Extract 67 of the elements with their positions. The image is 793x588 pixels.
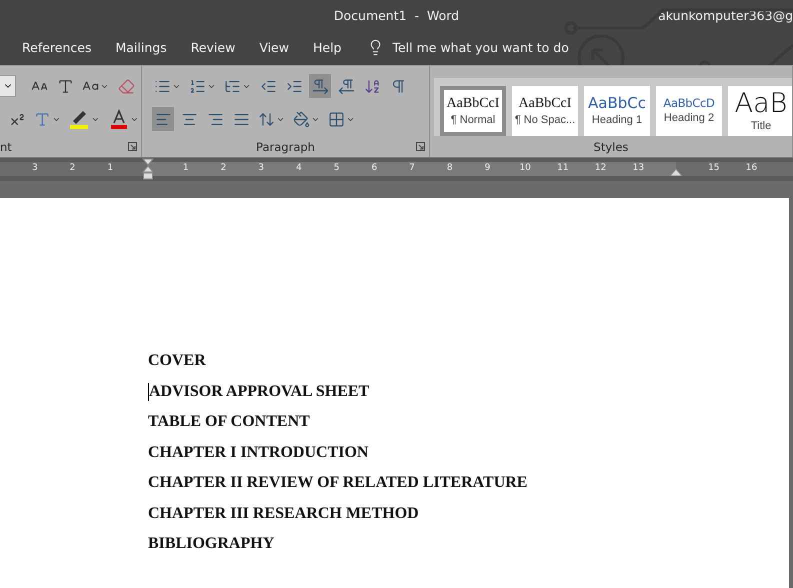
ruler-number: 6 (371, 162, 378, 175)
borders-icon (328, 110, 345, 128)
dialog-launcher-icon[interactable] (416, 142, 425, 151)
ruler-number: 10 (519, 162, 531, 175)
heading-line: CHAPTER II REVIEW OF RELATED LITERATURE (148, 474, 528, 492)
menu-tab[interactable]: Help (300, 34, 354, 62)
heading-line: BIBLIOGRAPHY (148, 535, 274, 553)
style-sample: AaBbCc (588, 96, 646, 111)
ruler-number: 8 (446, 162, 453, 175)
account-name: akunkomputer363@g (658, 8, 793, 23)
group-label: nt (0, 140, 12, 154)
style-label: ¶ Normal (450, 114, 496, 126)
style-label: Title (750, 120, 772, 132)
ruler-number: 4 (296, 162, 302, 175)
sort-icon (364, 78, 380, 94)
numbered-list-icon (189, 78, 206, 94)
ruler-number: 3 (258, 162, 264, 175)
style-sample: AaBbCcI (518, 96, 572, 110)
menu-tab[interactable]: View (247, 34, 301, 62)
window-title: Document1 - Word (334, 8, 460, 22)
style-tile[interactable]: AaBbCcI ¶ No Spac... (512, 86, 578, 136)
left-to-right-icon (312, 78, 328, 94)
ruler-number: 1 (107, 162, 114, 175)
style-tile[interactable]: AaB Title (728, 86, 792, 136)
ruler-number: 15 (708, 162, 720, 175)
ruler-number: 5 (334, 162, 340, 175)
ruler-number: 2 (70, 162, 76, 175)
ruler-number: 16 (746, 162, 758, 175)
ruler-number: 1 (182, 162, 189, 175)
font-size-dropdown[interactable] (0, 75, 16, 97)
style-tile[interactable]: AaBbCcI ¶ Normal (440, 86, 506, 136)
eraser-icon (118, 78, 134, 94)
paragraph-button[interactable] (152, 107, 174, 131)
ruler-number: 3 (32, 162, 38, 175)
paragraph-button[interactable] (309, 74, 331, 98)
style-tile[interactable]: AaBbCcD Heading 2 (656, 86, 722, 136)
heading-line: CHAPTER I INTRODUCTION (148, 444, 368, 462)
style-label: Heading 2 (664, 112, 714, 124)
paint-bucket-icon (293, 110, 310, 128)
ruler-number: 2 (220, 162, 226, 175)
heading-line: COVER (148, 352, 206, 370)
style-sample: AaB (734, 90, 788, 117)
ruler-number: 13 (632, 162, 644, 175)
menu-tab[interactable]: Mailings (103, 34, 179, 62)
line-spacing-icon (258, 110, 275, 128)
right-indent-marker[interactable] (670, 168, 682, 176)
menu-tab[interactable]: References (10, 34, 104, 62)
heading-line: CHAPTER III RESEARCH METHOD (148, 504, 419, 522)
tell-me-field[interactable]: Tell me what you want to do (392, 40, 572, 55)
ruler-number: 12 (594, 162, 606, 175)
group-label: Paragraph (256, 140, 315, 154)
style-label: Heading 1 (592, 114, 642, 126)
style-sample: AaBbCcD (663, 98, 715, 110)
ruler-number: 11 (557, 162, 569, 175)
menu-tab[interactable]: Review (178, 34, 248, 62)
dialog-launcher-icon[interactable] (128, 142, 137, 151)
group-label: Styles (594, 140, 628, 154)
ruler-number: 9 (484, 162, 490, 175)
style-sample: AaBbCcI (446, 96, 500, 110)
highlighter-icon (68, 109, 90, 129)
style-label: ¶ No Spac... (514, 114, 576, 126)
heading-line: ADVISOR APPROVAL SHEET (149, 382, 370, 400)
right-to-left-icon (338, 78, 354, 94)
style-tile[interactable]: AaBbCc Heading 1 (584, 86, 650, 136)
heading-line: TABLE OF CONTENT (148, 413, 310, 431)
left-indent-marker[interactable] (142, 158, 154, 180)
ruler-number: 7 (409, 162, 415, 175)
